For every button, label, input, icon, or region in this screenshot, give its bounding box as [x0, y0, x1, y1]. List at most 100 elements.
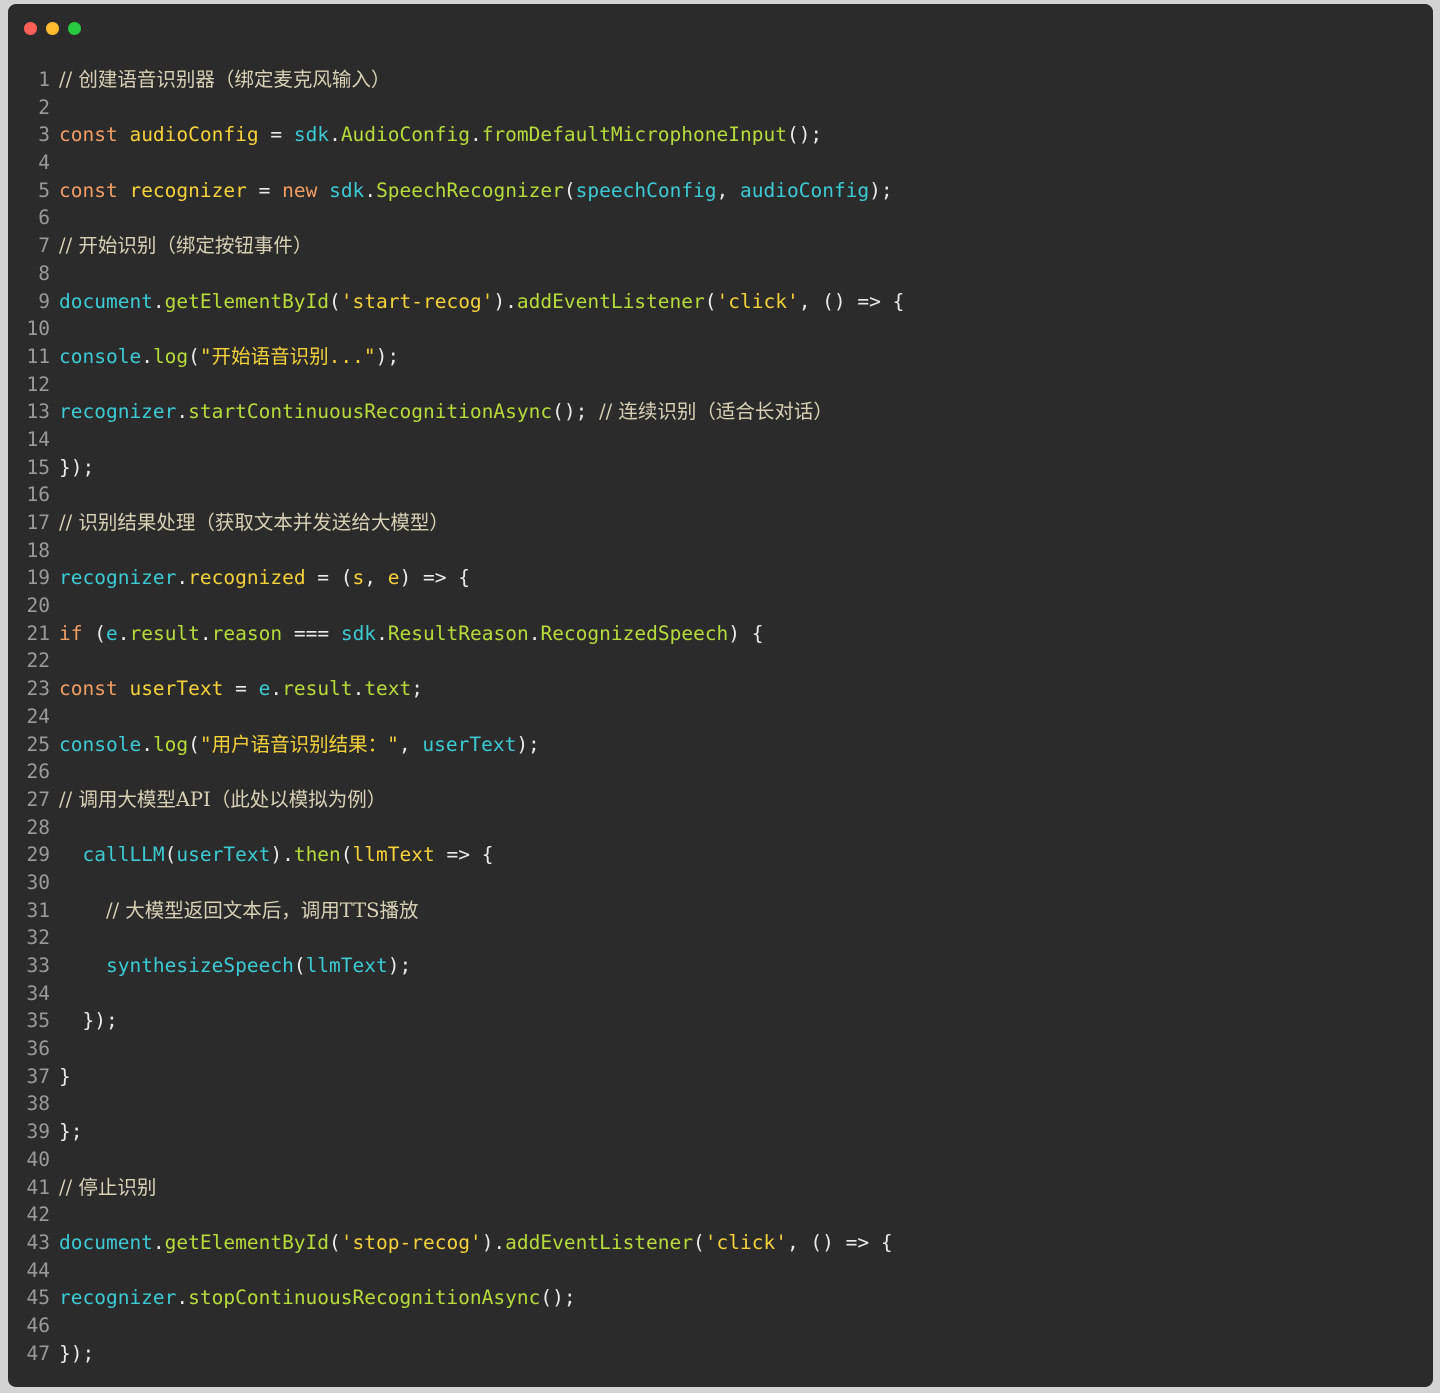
line-number: 43 — [26, 1230, 50, 1254]
code-editor[interactable]: 1// 创建语音识别器（绑定麦克风输入） 2 3 const audioConfig … — [8, 66, 1433, 1367]
code-token: e — [258, 677, 271, 701]
line-number: 20 — [26, 594, 50, 618]
code-line: 46 — [8, 1312, 1433, 1340]
code-token: === — [282, 621, 341, 645]
code-line-content: const audioConfig = sdk.AudioConfig.from… — [59, 121, 822, 149]
code-token: llmText — [352, 843, 435, 867]
code-line-content: const userText = e.result.text; — [59, 675, 423, 703]
line-number: 23 — [26, 677, 50, 701]
code-line-content: console.log("用户语音识别结果：", userText); — [59, 731, 540, 759]
code-token: document — [59, 289, 153, 313]
code-line-content: // 创建语音识别器（绑定麦克风输入） — [59, 66, 390, 94]
line-number: 25 — [26, 732, 50, 756]
code-comment: // 连续识别（适合长对话） — [599, 400, 833, 424]
code-line: 8 — [8, 260, 1433, 288]
code-line: 47}); — [8, 1340, 1433, 1368]
code-token: RecognizedSpeech — [540, 621, 729, 645]
line-number: 41 — [26, 1175, 50, 1199]
code-line: 42 — [8, 1201, 1433, 1229]
code-line: 10 — [8, 315, 1433, 343]
line-number: 19 — [26, 566, 50, 590]
zoom-window-button[interactable] — [68, 22, 81, 35]
code-line: 19 recognizer.recognized = (s, e) => { — [8, 564, 1433, 592]
code-token: result — [282, 677, 353, 701]
code-line: 35 }); — [8, 1007, 1433, 1035]
code-token: startContinuousRecognitionAsync — [188, 400, 553, 424]
code-token: . — [352, 677, 365, 701]
code-token: = — [246, 178, 283, 202]
code-token: ); — [375, 344, 400, 368]
code-token: ); — [516, 732, 540, 756]
code-token: }); — [59, 1341, 95, 1365]
close-window-button[interactable] — [24, 22, 37, 35]
code-token: callLLM — [82, 843, 165, 867]
line-number: 46 — [26, 1313, 50, 1337]
line-number: 27 — [26, 787, 50, 811]
code-line: 13 recognizer.startContinuousRecognitionA… — [8, 398, 1433, 426]
code-token: recognizer — [59, 400, 177, 424]
window-titlebar — [8, 4, 1433, 54]
code-token: ( — [188, 344, 200, 368]
code-token: sdk — [340, 621, 377, 645]
code-token: recognizer — [129, 178, 247, 202]
code-token: e — [105, 621, 118, 645]
code-line: 31 // 大模型返回文本后，调用TTS播放 — [8, 897, 1433, 925]
code-line-content: const recognizer = new sdk.SpeechRecogni… — [59, 177, 893, 205]
code-token: , — [716, 178, 741, 202]
code-line: 9 document.getElementById('start-recog').… — [8, 288, 1433, 316]
code-token: ( — [563, 178, 576, 202]
code-line: 27 // 调用大模型API（此处以模拟为例） — [8, 786, 1433, 814]
code-token: sdk — [293, 123, 330, 147]
code-token: , () => { — [786, 1230, 893, 1254]
code-token: recognizer — [59, 1286, 177, 1310]
code-token: log — [152, 732, 189, 756]
line-number: 33 — [26, 954, 50, 977]
code-token: console — [59, 732, 142, 756]
code-token: ( — [329, 289, 341, 313]
code-line: 7 // 开始识别（绑定按钮事件） — [8, 232, 1433, 260]
code-token: ( — [82, 621, 106, 645]
code-line: 16 — [8, 481, 1433, 509]
line-number: 22 — [26, 649, 50, 673]
code-token: . — [176, 1286, 189, 1310]
code-token: . — [376, 621, 388, 645]
code-token: userText — [129, 677, 224, 701]
code-token: audioConfig — [740, 178, 870, 202]
code-line: 44 — [8, 1257, 1433, 1285]
code-token: }; — [59, 1120, 83, 1144]
code-token: . — [141, 344, 153, 368]
code-line-content: recognizer.stopContinuousRecognitionAsyn… — [59, 1284, 576, 1312]
code-token: 'click' — [704, 1230, 787, 1254]
line-number: 21 — [26, 621, 50, 645]
code-token: ) { — [728, 621, 764, 645]
code-line: 36 — [8, 1035, 1433, 1063]
code-line: 25 console.log("用户语音识别结果：", userText); — [8, 731, 1433, 759]
line-number: 31 — [26, 898, 50, 922]
code-line-content: }); — [59, 454, 94, 482]
code-token: s — [352, 566, 365, 590]
code-line: 34 — [8, 980, 1433, 1008]
code-token: . — [364, 178, 377, 202]
line-number: 11 — [26, 344, 50, 368]
code-line: 4 — [8, 149, 1433, 177]
minimize-window-button[interactable] — [46, 22, 59, 35]
code-token: = ( — [305, 566, 353, 590]
code-token: sdk — [329, 178, 365, 202]
code-token: SpeechRecognizer — [376, 178, 564, 202]
code-token: ResultReason — [387, 621, 529, 645]
code-line: 12 — [8, 371, 1433, 399]
line-number: 30 — [26, 870, 50, 894]
code-line: 11 console.log("开始语音识别..."); — [8, 343, 1433, 371]
code-line-content: } — [59, 1063, 71, 1091]
code-token: audioConfig — [129, 123, 259, 147]
code-line: 1 // 创建语音识别器（绑定麦克风输入） — [8, 66, 1433, 94]
line-number: 36 — [26, 1037, 50, 1061]
code-line-content: recognizer.startContinuousRecognitionAsy… — [59, 398, 833, 426]
line-number: 45 — [26, 1286, 50, 1310]
line-number: 13 — [26, 400, 50, 424]
line-number: 4 — [38, 151, 50, 175]
code-line-content: // 调用大模型API（此处以模拟为例） — [59, 786, 386, 814]
code-line-content: if (e.result.reason === sdk.ResultReason… — [59, 620, 764, 648]
